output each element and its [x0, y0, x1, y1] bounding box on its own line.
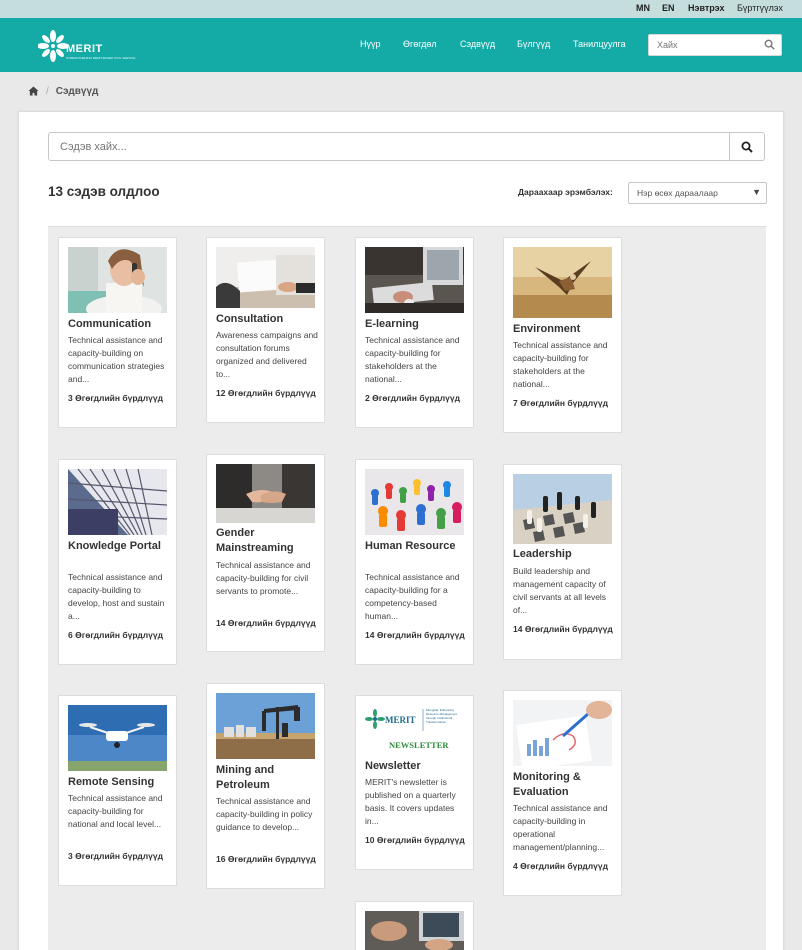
- brand-tagline: STRENGTHENING MERIT-BASED CIVIL SERVICE: [66, 56, 136, 60]
- newsletter-logo-text: MERIT: [385, 715, 416, 725]
- card-description: Technical assistance and capacity-buildi…: [513, 340, 608, 389]
- card-title[interactable]: Human Resource: [365, 539, 469, 554]
- newsletter-caption: NEWSLETTER: [389, 740, 449, 750]
- environment-thumbnail: [513, 247, 612, 318]
- card-description: Technical assistance and capacity-buildi…: [365, 335, 460, 384]
- merit-flower-icon: [37, 30, 69, 62]
- topic-card-knowledge-portal[interactable]: Knowledge Portal Technical assistance an…: [58, 459, 177, 665]
- card-dataset-count: 6 Өгөгдлийн бүрдлүүд: [68, 630, 163, 640]
- nav-groups[interactable]: Бүлгүүд: [517, 39, 550, 49]
- topic-card-environment[interactable]: Environment Technical assistance and cap…: [503, 237, 622, 433]
- main-navbar: MERIT STRENGTHENING MERIT-BASED CIVIL SE…: [0, 18, 802, 72]
- nav-datasets[interactable]: Өгөгдөл: [403, 39, 437, 49]
- card-dataset-count: 4 Өгөгдлийн бүрдлүүд: [513, 861, 608, 871]
- lang-en-link[interactable]: EN: [662, 3, 675, 13]
- breadcrumb-current[interactable]: Сэдвүүд: [56, 86, 99, 97]
- topic-card-remote-sensing[interactable]: Remote Sensing Technical assistance and …: [58, 695, 177, 886]
- leadership-thumbnail: [513, 474, 612, 544]
- card-description: Awareness campaigns and consultation for…: [216, 330, 318, 379]
- card-description: Technical assistance and capacity-buildi…: [513, 803, 608, 852]
- card-description: Technical assistance and capacity-buildi…: [365, 572, 460, 621]
- topic-search-button[interactable]: [729, 132, 765, 161]
- card-title[interactable]: Gender Mainstreaming: [216, 526, 320, 556]
- card-description: Technical assistance and capacity-buildi…: [216, 796, 313, 832]
- knowledge-portal-thumbnail: [68, 469, 167, 535]
- card-dataset-count: 14 Өгөгдлийн бүрдлүүд: [513, 624, 613, 634]
- brand-name: MERIT: [66, 43, 103, 55]
- gender-mainstreaming-thumbnail: [216, 464, 315, 523]
- topic-card-newsletter[interactable]: MERIT Mongolia: Enhancing Resource Manag…: [355, 695, 474, 870]
- nav-home[interactable]: Нүүр: [360, 39, 381, 49]
- nav-topics[interactable]: Сэдвүүд: [460, 39, 495, 49]
- topic-card-monitoring-evaluation[interactable]: Monitoring & Evaluation Technical assist…: [503, 690, 622, 896]
- consultation-thumbnail: [216, 247, 315, 313]
- card-title[interactable]: Consultation: [216, 312, 320, 327]
- breadcrumb: / Сэдвүүд: [28, 84, 98, 98]
- topic-search-input[interactable]: [49, 133, 709, 160]
- communication-thumbnail: [68, 247, 167, 313]
- card-dataset-count: 12 Өгөгдлийн бүрдлүүд: [216, 388, 316, 398]
- card-title[interactable]: Monitoring & Evaluation: [513, 770, 617, 800]
- login-link[interactable]: Нэвтрэх: [688, 3, 725, 13]
- card-title[interactable]: Environment: [513, 322, 617, 337]
- card-dataset-count: 14 Өгөгдлийн бүрдлүүд: [365, 630, 465, 640]
- topic-card-communication[interactable]: Communication Technical assistance and c…: [58, 237, 177, 428]
- breadcrumb-separator: /: [46, 85, 49, 97]
- newsletter-thumbnail: MERIT Mongolia: Enhancing Resource Manag…: [365, 705, 464, 756]
- card-title[interactable]: Leadership: [513, 547, 617, 562]
- card-title[interactable]: E-learning: [365, 317, 469, 332]
- card-dataset-count: 14 Өгөгдлийн бүрдлүүд: [216, 618, 316, 628]
- topic-card-gender-mainstreaming[interactable]: Gender Mainstreaming Technical assistanc…: [206, 454, 325, 652]
- newsletter-side-text: Mongolia: Enhancing Resource Management …: [426, 708, 458, 724]
- card-title[interactable]: Knowledge Portal: [68, 539, 172, 554]
- card-dataset-count: 2 Өгөгдлийн бүрдлүүд: [365, 393, 460, 403]
- card-description: Technical assistance and capacity-buildi…: [68, 572, 165, 621]
- sort-select[interactable]: Нэр өсөх дараалаар ▼: [628, 182, 767, 204]
- mining-petroleum-thumbnail: [216, 693, 315, 759]
- remote-sensing-thumbnail: [68, 705, 167, 771]
- nav-about[interactable]: Танилцуулга: [573, 39, 626, 49]
- topic-card-consultation[interactable]: Consultation Awareness campaigns and con…: [206, 237, 325, 423]
- top-utility-bar: MN EN Нэвтрэх Бүртгүүлэх: [0, 0, 802, 18]
- card-dataset-count: 10 Өгөгдлийн бүрдлүүд: [365, 835, 465, 845]
- card-description: MERIT's newsletter is published on a qua…: [365, 777, 456, 826]
- card-title[interactable]: Mining and Petroleum: [216, 763, 320, 793]
- sort-label: Дараахаар эрэмбэлэх:: [518, 187, 613, 197]
- card-description: Technical assistance and capacity-buildi…: [68, 793, 163, 829]
- topic-card-elearning[interactable]: E-learning Technical assistance and capa…: [355, 237, 474, 428]
- card-description: Technical assistance and capacity-buildi…: [216, 560, 311, 596]
- lang-mn-link[interactable]: MN: [636, 3, 650, 13]
- caret-down-icon: ▼: [752, 187, 761, 197]
- nav-search-input[interactable]: [649, 35, 759, 55]
- card-title[interactable]: Communication: [68, 317, 172, 332]
- sort-select-value: Нэр өсөх дараалаар: [637, 188, 718, 198]
- card-description: Technical assistance and capacity-buildi…: [68, 335, 165, 384]
- result-count: 13 сэдэв олдлоо: [48, 184, 160, 199]
- search-icon: [741, 141, 753, 153]
- monitoring-evaluation-thumbnail: [513, 700, 612, 766]
- card-title[interactable]: Newsletter: [365, 759, 469, 774]
- home-icon[interactable]: [28, 86, 39, 96]
- card-dataset-count: 7 Өгөгдлийн бүрдлүүд: [513, 398, 608, 408]
- search-icon[interactable]: [764, 39, 775, 50]
- register-link[interactable]: Бүртгүүлэх: [737, 3, 783, 13]
- topic-card-mining-and-petroleum[interactable]: Mining and Petroleum Technical assistanc…: [206, 683, 325, 889]
- topic-card-partial[interactable]: [355, 901, 474, 950]
- topic-card-leadership[interactable]: Leadership Build leadership and manageme…: [503, 464, 622, 660]
- human-resource-thumbnail: [365, 469, 464, 535]
- card-description: Build leadership and management capacity…: [513, 566, 607, 615]
- card-dataset-count: 3 Өгөгдлийн бүрдлүүд: [68, 393, 163, 403]
- elearning-thumbnail: [365, 247, 464, 313]
- card-dataset-count: 16 Өгөгдлийн бүрдлүүд: [216, 854, 316, 864]
- nav-search-box: [648, 34, 782, 56]
- partial-card-thumbnail: [365, 911, 464, 950]
- topic-card-human-resource[interactable]: Human Resource Technical assistance and …: [355, 459, 474, 665]
- topic-search-box: [48, 132, 730, 161]
- card-title[interactable]: Remote Sensing: [68, 775, 172, 790]
- card-dataset-count: 3 Өгөгдлийн бүрдлүүд: [68, 851, 163, 861]
